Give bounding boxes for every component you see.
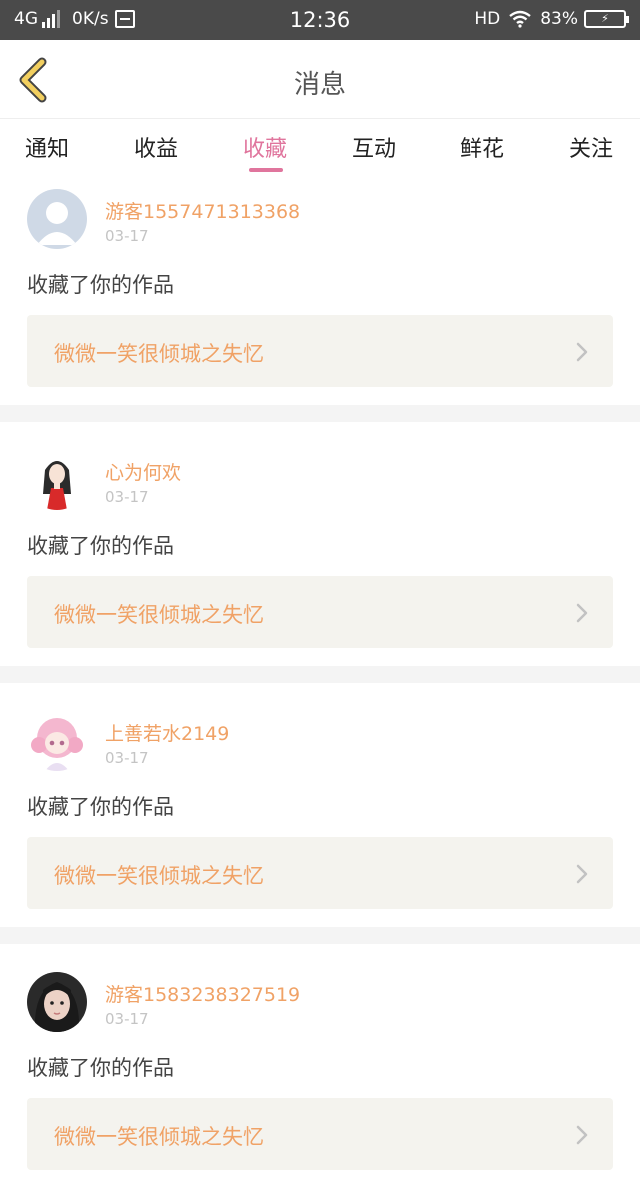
avatar[interactable] [27,972,87,1032]
work-link[interactable]: 微微一笑很倾城之失忆 [27,837,613,909]
work-link[interactable]: 微微一笑很倾城之失忆 [27,315,613,387]
tab-notifications[interactable]: 通知 [25,131,69,163]
message-card: 上善若水2149 03-17 收藏了你的作品 微微一笑很倾城之失忆 [0,697,640,941]
user-name[interactable]: 上善若水2149 [105,719,229,746]
tab-interactions[interactable]: 互动 [352,131,396,163]
message-date: 03-17 [105,488,149,506]
work-title: 微微一笑很倾城之失忆 [54,603,264,627]
chevron-right-icon [576,864,588,884]
chevron-right-icon [576,603,588,623]
status-bar: 4G 0K/s 12:36 HD 83% ⚡ [0,0,640,40]
user-name[interactable]: 心为何欢 [105,458,181,485]
work-title: 微微一笑很倾城之失忆 [54,342,264,366]
message-date: 03-17 [105,749,149,767]
tab-flowers[interactable]: 鲜花 [460,131,504,163]
tab-bar: 通知 收益 收藏 互动 鲜花 关注 [0,118,640,174]
card-divider [0,405,640,422]
wifi-icon [509,10,531,28]
work-title: 微微一笑很倾城之失忆 [54,1125,264,1149]
user-name[interactable]: 游客1583238327519 [105,980,300,1007]
battery-icon: ⚡ [584,10,629,28]
chevron-right-icon [576,342,588,362]
message-card: 游客1557471313368 03-17 收藏了你的作品 微微一笑很倾城之失忆 [0,175,640,419]
chevron-right-icon [576,1125,588,1145]
message-card: 心为何欢 03-17 收藏了你的作品 微微一笑很倾城之失忆 [0,436,640,680]
message-text: 收藏了你的作品 [27,534,174,558]
avatar[interactable] [27,189,87,249]
message-date: 03-17 [105,227,149,245]
page-title: 消息 [293,70,346,100]
pink-hair-girl-avatar-icon [27,711,87,771]
battery-percent: 83% [540,9,578,29]
message-text: 收藏了你的作品 [27,795,174,819]
card-divider [0,927,640,944]
app-header: 消息 [0,40,640,118]
message-text: 收藏了你的作品 [27,273,174,297]
status-right: HD 83% ⚡ [474,9,629,29]
card-divider [0,666,640,683]
photo-avatar-icon [27,972,87,1032]
avatar[interactable] [27,711,87,771]
avatar[interactable] [27,450,87,510]
active-tab-indicator [249,168,283,172]
tab-favorites[interactable]: 收藏 [243,131,287,163]
message-date: 03-17 [105,1010,149,1028]
work-link[interactable]: 微微一笑很倾城之失忆 [27,576,613,648]
user-name[interactable]: 游客1557471313368 [105,197,300,224]
message-text: 收藏了你的作品 [27,1056,174,1080]
tab-follows[interactable]: 关注 [569,131,613,163]
work-title: 微微一笑很倾城之失忆 [54,864,264,888]
hd-indicator: HD [474,9,501,29]
work-link[interactable]: 微微一笑很倾城之失忆 [27,1098,613,1170]
tab-earnings[interactable]: 收益 [134,131,178,163]
girl-red-dress-avatar-icon [27,450,87,510]
default-avatar-icon [27,189,87,249]
message-card: 游客1583238327519 03-17 收藏了你的作品 微微一笑很倾城之失忆 [0,958,640,1202]
